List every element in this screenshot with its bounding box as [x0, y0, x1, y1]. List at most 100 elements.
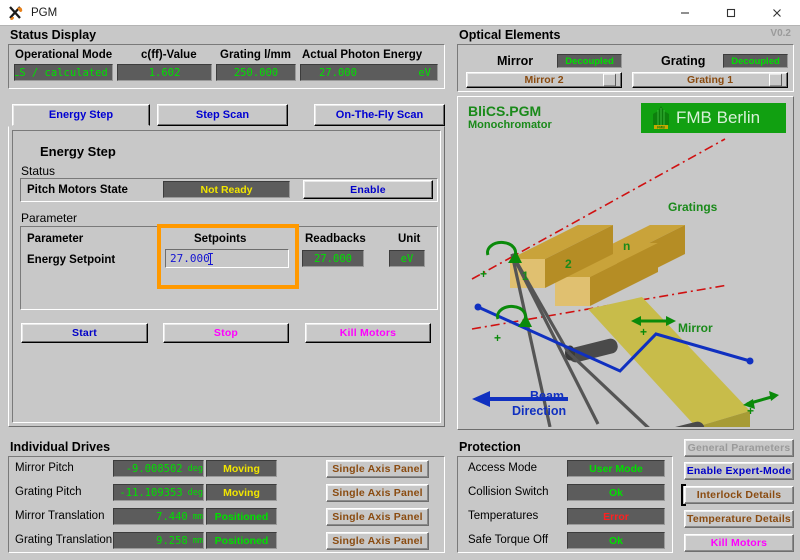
drive-label-grating-pitch: Grating Pitch: [15, 486, 82, 498]
enable-button[interactable]: Enable: [303, 180, 433, 199]
protection-label-temperatures: Temperatures: [468, 510, 539, 522]
minimize-icon[interactable]: [662, 0, 708, 25]
protection-title: Protection: [459, 440, 521, 454]
drive-value-mirror-pitch: -9.008502 deg: [113, 460, 204, 477]
protection-kill-motors-label: Kill Motors: [710, 537, 768, 549]
enable-expert-mode-label: Enable Expert-Mode: [686, 465, 792, 477]
diagram-label-grating-n: n: [623, 239, 631, 253]
drive-value-mirror-pitch-number: -9.008502: [125, 462, 183, 475]
cff-value-value: 1.602: [117, 64, 212, 81]
photon-energy-value: 27.000 eV: [300, 64, 438, 81]
pitch-motors-state-value: Not Ready: [163, 181, 290, 198]
tab-on-the-fly-label: On-The-Fly Scan: [335, 109, 424, 121]
interlock-details-label: Interlock Details: [696, 489, 782, 501]
window-titlebar: PGM: [0, 0, 800, 26]
version-label: V0.2: [770, 28, 791, 39]
col-unit-header: Unit: [398, 233, 421, 245]
protection-label-access-mode: Access Mode: [468, 462, 538, 474]
tab-energy-step[interactable]: Energy Step: [12, 104, 150, 126]
diagram-plus-3: +: [640, 325, 648, 339]
cff-value-label: c(ff)-Value: [141, 49, 197, 61]
diagram-plus-2: +: [494, 331, 502, 345]
optical-elements-title: Optical Elements: [459, 28, 561, 42]
protection-kill-motors-button[interactable]: Kill Motors: [684, 534, 794, 552]
energy-setpoint-input-value: 27.000: [170, 252, 210, 265]
drive-unit-grating-pitch: deg: [187, 487, 203, 498]
start-button[interactable]: Start: [21, 323, 148, 343]
close-icon[interactable]: [754, 0, 800, 25]
monochromator-diagram: BliCS.PGM Monochromator FMB FMB Berlin G…: [460, 99, 791, 427]
diagram-label-mirror: Mirror: [678, 321, 713, 335]
protection-label-collision-switch: Collision Switch: [468, 486, 549, 498]
drive-state-grating-translation: Positioned: [206, 532, 277, 549]
status-display-title: Status Display: [10, 28, 97, 42]
grating-select[interactable]: Grating 1: [632, 72, 788, 88]
drive-value-mirror-translation: 7.440 mm: [113, 508, 204, 525]
single-axis-panel-label-3: Single Axis Panel: [332, 535, 423, 547]
status-subtitle: Status: [21, 164, 56, 178]
energy-setpoint-input[interactable]: 27.000: [165, 249, 289, 268]
drive-value-grating-pitch-number: -11.109353: [119, 486, 183, 499]
energy-setpoint-unit: eV: [389, 250, 425, 267]
tab-step-scan[interactable]: Step Scan: [157, 104, 288, 126]
diagram-label-beam-1: Beam: [530, 389, 565, 403]
grating-lmm-value: 250.000: [216, 64, 296, 81]
drive-value-mirror-translation-number: 7.440: [156, 510, 188, 523]
operational-mode-value: VLS / calculated c: [14, 64, 113, 81]
temperature-details-label: Temperature Details: [687, 513, 791, 525]
pitch-motors-state-label: Pitch Motors State: [27, 184, 128, 196]
energy-step-title: Energy Step: [40, 144, 116, 159]
protection-value-access-mode: User Mode: [567, 460, 665, 477]
drive-state-mirror-pitch: Moving: [206, 460, 277, 477]
drive-state-mirror-translation: Positioned: [206, 508, 277, 525]
single-axis-panel-button-grating-translation[interactable]: Single Axis Panel: [326, 532, 429, 550]
start-button-label: Start: [72, 327, 97, 339]
photon-energy-unit: eV: [418, 66, 431, 79]
drive-label-grating-translation: Grating Translation: [15, 534, 113, 546]
grating-coupling-status: Decoupled: [723, 54, 788, 68]
drive-value-grating-pitch: -11.109353 deg: [113, 484, 204, 501]
maximize-icon[interactable]: [708, 0, 754, 25]
tab-on-the-fly-scan[interactable]: On-The-Fly Scan: [314, 104, 445, 126]
tab-step-scan-label: Step Scan: [195, 109, 250, 121]
mirror-coupling-status: Decoupled: [557, 54, 622, 68]
mirror-select[interactable]: Mirror 2: [466, 72, 622, 88]
temperature-details-button[interactable]: Temperature Details: [684, 510, 794, 528]
chevron-down-icon: [603, 73, 616, 87]
individual-drives-title: Individual Drives: [10, 440, 111, 454]
single-axis-panel-label-0: Single Axis Panel: [332, 463, 423, 475]
diagram-label-gratings: Gratings: [668, 200, 718, 214]
grating-lmm-label: Grating l/mm: [220, 49, 291, 61]
monochromator-drawing: [471, 138, 779, 427]
diagram-label-grating-2: 2: [565, 257, 572, 271]
drive-value-grating-translation-number: 9.258: [156, 534, 188, 547]
grating-select-value: Grating 1: [686, 74, 734, 86]
single-axis-panel-button-mirror-pitch[interactable]: Single Axis Panel: [326, 460, 429, 478]
x-window-icon: [8, 5, 24, 21]
protection-label-safe-torque-off: Safe Torque Off: [468, 534, 549, 546]
diagram-label-grating-1: 1: [522, 269, 529, 283]
single-axis-panel-button-grating-pitch[interactable]: Single Axis Panel: [326, 484, 429, 502]
protection-value-collision-switch: Ok: [567, 484, 665, 501]
drive-label-mirror-translation: Mirror Translation: [15, 510, 105, 522]
drive-unit-mirror-pitch: deg: [187, 463, 203, 474]
kill-motors-button[interactable]: Kill Motors: [305, 323, 431, 343]
general-parameters-button[interactable]: General Parameters: [684, 439, 794, 457]
single-axis-panel-button-mirror-translation[interactable]: Single Axis Panel: [326, 508, 429, 526]
single-axis-panel-label-2: Single Axis Panel: [332, 511, 423, 523]
enable-button-label: Enable: [350, 183, 386, 196]
kill-motors-button-label: Kill Motors: [339, 327, 397, 339]
drive-label-mirror-pitch: Mirror Pitch: [15, 462, 74, 474]
photon-energy-number: 27.000: [319, 66, 357, 79]
protection-value-safe-torque-off: Ok: [567, 532, 665, 549]
pgm-application-window: PGM Status Display Operational Mode c(ff…: [0, 0, 800, 560]
enable-expert-mode-button[interactable]: Enable Expert-Mode: [684, 462, 794, 480]
diagram-plus-1: +: [480, 267, 488, 281]
stop-button[interactable]: Stop: [163, 323, 289, 343]
col-readbacks-header: Readbacks: [305, 233, 366, 245]
general-parameters-label: General Parameters: [687, 442, 791, 454]
single-axis-panel-label-1: Single Axis Panel: [332, 487, 423, 499]
interlock-details-button[interactable]: Interlock Details: [684, 486, 794, 504]
energy-setpoint-readback: 27.000: [302, 250, 364, 267]
chevron-down-icon-2: [769, 73, 782, 87]
